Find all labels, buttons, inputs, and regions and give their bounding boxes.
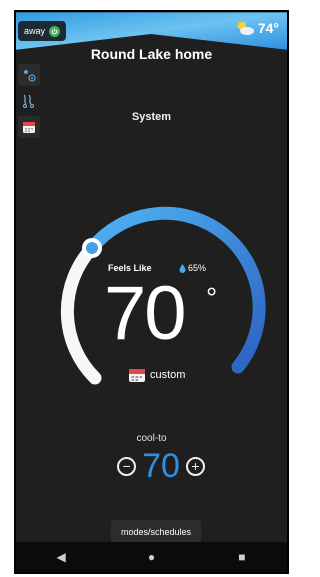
calendar-icon [129,369,145,382]
app-screen: away 74° Round Lake home System Feels Li… [14,10,289,574]
schedule-status[interactable]: custom [128,367,185,383]
dial-track-left [60,241,102,385]
setpoint-control: − 70 + [106,446,216,486]
degree-symbol: ° [206,282,218,313]
current-temperature: 70 [104,271,187,356]
back-icon[interactable]: ◀ [46,550,76,564]
modes-schedules-button[interactable]: modes/schedules [111,520,201,544]
increase-setpoint-button[interactable]: + [185,456,205,476]
recent-apps-icon[interactable]: ■ [227,550,257,564]
android-navbar: ◀ ● ■ [16,542,287,572]
decrease-setpoint-button[interactable]: − [117,456,137,476]
humidity-value: 65% [188,263,207,273]
home-icon[interactable]: ● [136,550,166,564]
cool-to-label: cool-to [136,433,167,444]
schedule-label: custom [150,369,186,381]
setpoint-value: 70 [142,447,180,485]
